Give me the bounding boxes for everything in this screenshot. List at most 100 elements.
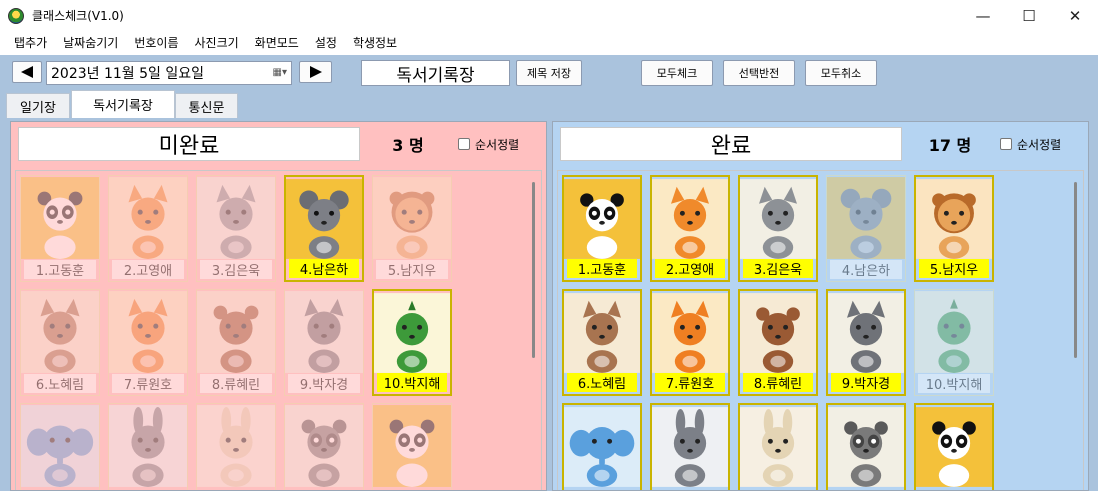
scrollbar-thumb[interactable] <box>1074 182 1077 358</box>
tab-reading-log[interactable]: 독서기록장 <box>71 90 175 118</box>
student-name: 5.남지우 <box>376 260 448 279</box>
complete-count: 17 명 <box>928 136 972 155</box>
student-card[interactable]: 3.김은욱 <box>196 175 276 282</box>
tab-newsletter[interactable]: 통신문 <box>175 93 238 118</box>
student-card[interactable]: 4.남은하 <box>284 175 364 282</box>
student-card[interactable] <box>650 403 730 490</box>
student-card[interactable]: 7.류원호 <box>650 289 730 396</box>
arrow-right-icon <box>309 66 322 78</box>
menu-settings[interactable]: 설정 <box>307 31 345 55</box>
raccoon-icon <box>828 405 904 489</box>
student-card[interactable]: 5.남지우 <box>914 175 994 282</box>
complete-sort-checkbox[interactable]: 순서정렬 <box>1000 127 1086 161</box>
menu-screen-mode[interactable]: 화면모드 <box>247 31 307 55</box>
chipmunk-icon <box>740 291 816 375</box>
student-name: 3.김은욱 <box>200 260 272 279</box>
tab-diary[interactable]: 일기장 <box>6 93 70 118</box>
student-card[interactable]: 1.고동훈 <box>562 175 642 282</box>
elephant-icon <box>564 405 640 489</box>
window-controls: — ☐ ✕ <box>960 0 1098 31</box>
content-area: 미완료 3 명 순서정렬 1.고동훈 2.고영애 3.김은욱 4.남은하 5.남… <box>0 118 1098 491</box>
student-card[interactable] <box>284 403 364 490</box>
menu-student-info[interactable]: 학생정보 <box>345 31 405 55</box>
student-card[interactable]: 4.남은하 <box>826 175 906 282</box>
raccoon-icon <box>285 404 363 488</box>
student-name: 9.박자경 <box>831 373 901 392</box>
student-name: 6.노혜림 <box>567 373 637 392</box>
chipmunk-icon <box>197 290 275 374</box>
scrollbar-thumb[interactable] <box>532 182 535 358</box>
student-card[interactable] <box>372 403 452 490</box>
menu-bar: 탭추가 날짜숨기기 번호이름 사진크기 화면모드 설정 학생정보 <box>0 31 1098 55</box>
complete-scrollbar[interactable] <box>1069 174 1081 490</box>
student-card[interactable] <box>20 403 100 490</box>
student-card[interactable] <box>196 403 276 490</box>
menu-hide-date[interactable]: 날짜숨기기 <box>55 31 126 55</box>
student-card[interactable]: 10.박지해 <box>372 289 452 396</box>
elephant-icon <box>21 404 99 488</box>
incomplete-student-grid: 1.고동훈 2.고영애 3.김은욱 4.남은하 5.남지우 6.노혜림 7.류원… <box>15 170 542 490</box>
complete-label: 완료 <box>560 127 902 161</box>
menu-photo-size[interactable]: 사진크기 <box>187 31 247 55</box>
student-card[interactable] <box>562 403 642 490</box>
check-all-button[interactable]: 모두체크 <box>641 60 713 86</box>
student-card[interactable]: 7.류원호 <box>108 289 188 396</box>
minimize-icon[interactable]: — <box>960 0 1006 31</box>
cat-gray-icon <box>740 177 816 261</box>
squirrel-icon <box>564 291 640 375</box>
cat-orange-icon <box>109 176 187 260</box>
save-title-button[interactable]: 제목 저장 <box>516 60 582 86</box>
checkbox-icon <box>458 138 470 150</box>
student-name: 2.고영애 <box>655 259 725 278</box>
student-card[interactable]: 5.남지우 <box>372 175 452 282</box>
student-name: 1.고동훈 <box>24 260 96 279</box>
student-card[interactable]: 3.김은욱 <box>738 175 818 282</box>
student-name: 4.남은하 <box>289 259 359 278</box>
close-icon[interactable]: ✕ <box>1052 0 1098 31</box>
student-card[interactable]: 10.박지해 <box>914 289 994 396</box>
complete-panel: 완료 17 명 순서정렬 1.고동훈 2.고영애 3.김은욱 4.남은하 5.남… <box>552 121 1089 491</box>
prev-date-button[interactable] <box>12 61 42 83</box>
student-card[interactable] <box>108 403 188 490</box>
cancel-all-button[interactable]: 모두취소 <box>805 60 877 86</box>
tab-title-input[interactable]: 독서기록장 <box>361 60 510 86</box>
koala-icon <box>827 176 905 260</box>
student-name: 3.김은욱 <box>743 259 813 278</box>
app-icon <box>8 7 24 24</box>
student-card[interactable]: 9.박자경 <box>826 289 906 396</box>
student-card[interactable] <box>914 403 994 490</box>
koala-icon <box>286 177 362 261</box>
student-card[interactable] <box>826 403 906 490</box>
checkbox-icon <box>1000 138 1012 150</box>
student-card[interactable]: 1.고동훈 <box>20 175 100 282</box>
student-name: 8.류혜린 <box>200 374 272 393</box>
date-value: 2023년 11월 5일 일요일 <box>51 66 204 82</box>
toolbar: 2023년 11월 5일 일요일 ▦▾ 독서기록장 제목 저장 모두체크 선택반… <box>0 55 1098 90</box>
student-card[interactable]: 2.고영애 <box>108 175 188 282</box>
calendar-dropdown-icon[interactable]: ▦▾ <box>273 67 287 78</box>
student-card[interactable]: 6.노혜림 <box>562 289 642 396</box>
student-name: 4.남은하 <box>830 260 902 279</box>
incomplete-scrollbar[interactable] <box>527 174 539 490</box>
student-card[interactable]: 8.류혜린 <box>196 289 276 396</box>
student-card[interactable]: 8.류혜린 <box>738 289 818 396</box>
wolf-icon <box>285 290 363 374</box>
student-card[interactable] <box>738 403 818 490</box>
student-card[interactable]: 2.고영애 <box>650 175 730 282</box>
fox-icon <box>652 291 728 375</box>
student-name: 7.류원호 <box>655 373 725 392</box>
student-card[interactable]: 9.박자경 <box>284 289 364 396</box>
menu-number-name[interactable]: 번호이름 <box>126 31 186 55</box>
incomplete-sort-checkbox[interactable]: 순서정렬 <box>458 127 544 161</box>
invert-selection-button[interactable]: 선택반전 <box>723 60 795 86</box>
maximize-icon[interactable]: ☐ <box>1006 0 1052 31</box>
menu-add-tab[interactable]: 탭추가 <box>6 31 55 55</box>
rabbit-icon <box>652 405 728 489</box>
title-bar: 클래스체크(V1.0) — ☐ ✕ <box>0 0 1098 31</box>
next-date-button[interactable] <box>299 61 332 83</box>
date-picker[interactable]: 2023년 11월 5일 일요일 ▦▾ <box>46 61 292 85</box>
student-name: 10.박지해 <box>918 374 990 393</box>
student-card[interactable]: 6.노혜림 <box>20 289 100 396</box>
complete-student-grid: 1.고동훈 2.고영애 3.김은욱 4.남은하 5.남지우 6.노혜림 7.류원… <box>557 170 1084 490</box>
panda-icon <box>564 177 640 261</box>
